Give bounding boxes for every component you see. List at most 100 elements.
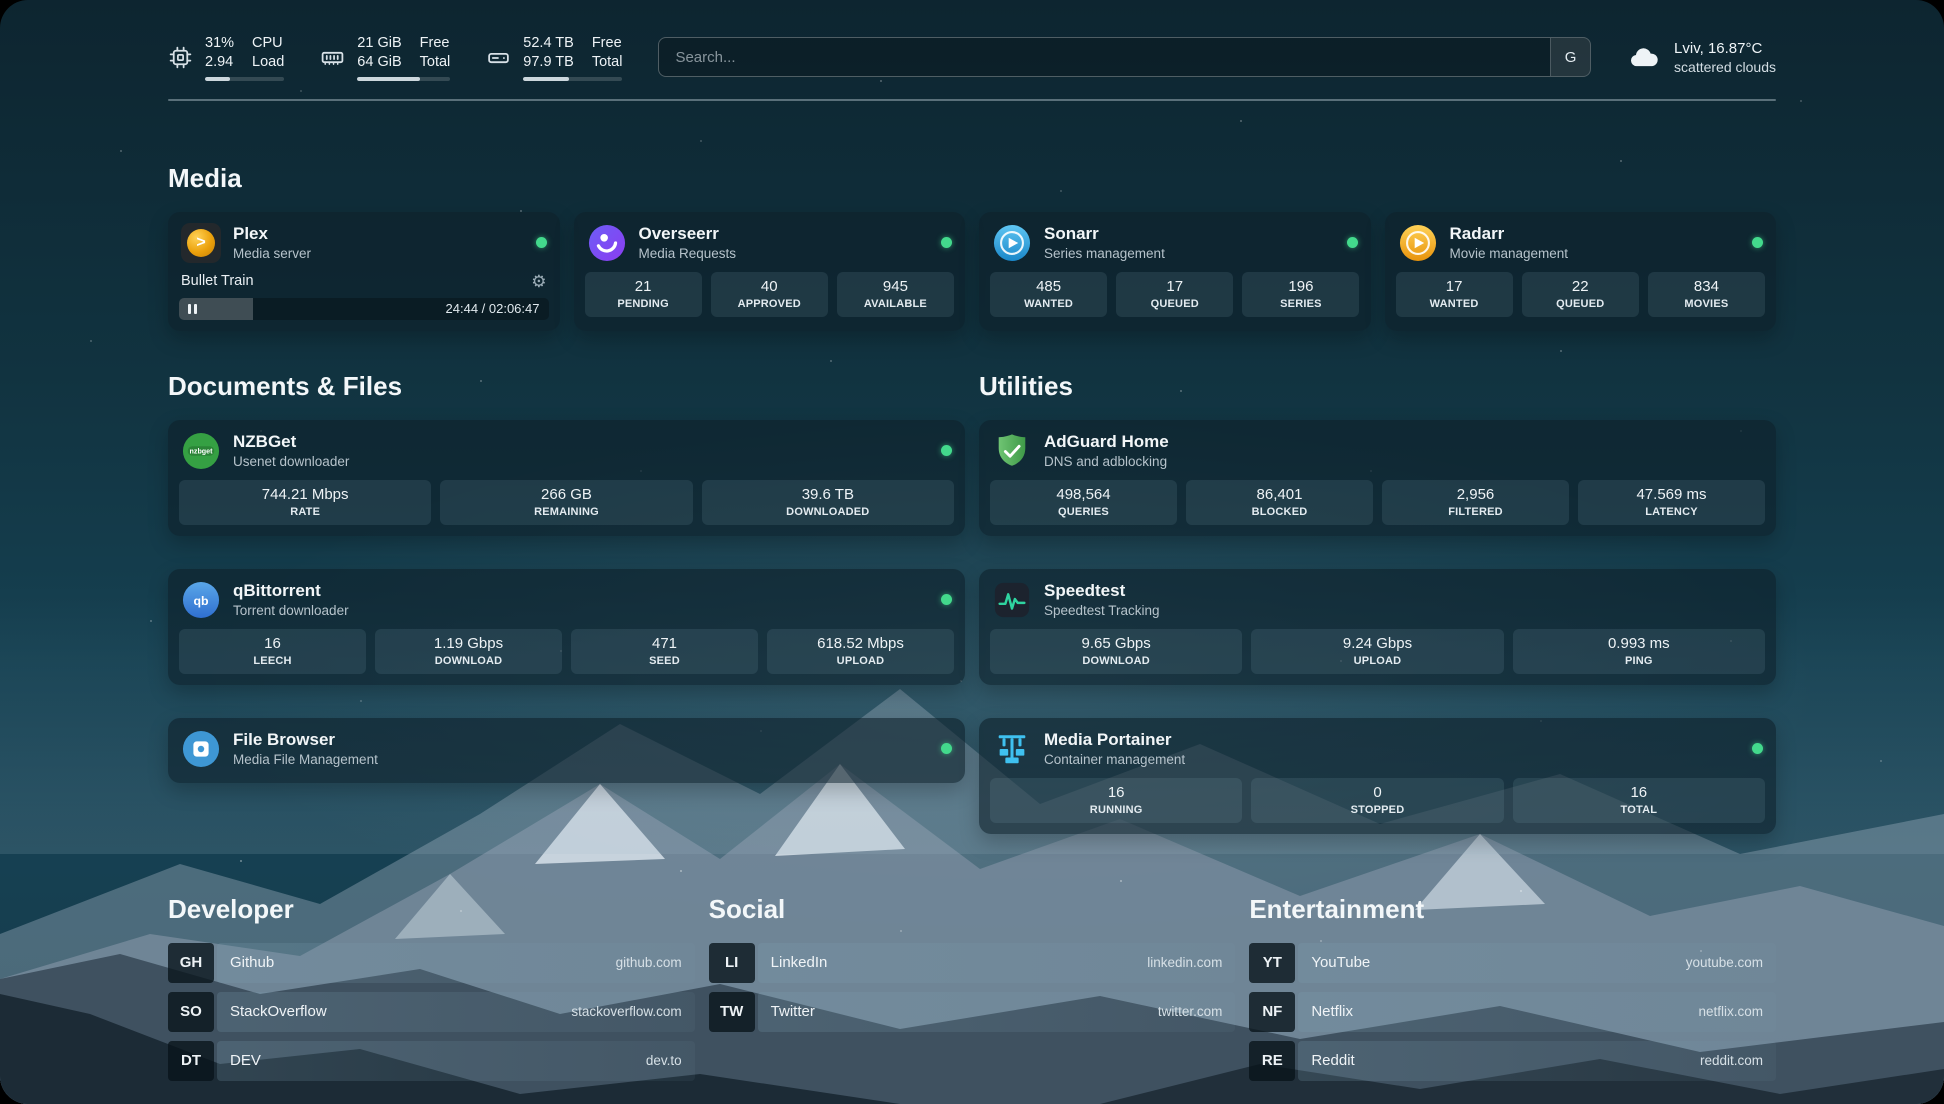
hard-drive-icon — [486, 45, 511, 70]
playback-time: 24:44 / 02:06:47 — [446, 301, 549, 316]
speedtest-icon — [992, 580, 1032, 620]
status-dot — [1752, 237, 1763, 248]
bookmark-abbr: YT — [1249, 943, 1295, 983]
service-name: Sonarr — [1044, 224, 1165, 244]
disk-free-label: Free — [592, 34, 623, 53]
service-card-sonarr[interactable]: Sonarr Series management 485 WANTED 17 Q… — [979, 212, 1371, 331]
service-card-nzbget[interactable]: nzbget NZBGet Usenet downloader 744.21 M… — [168, 420, 965, 536]
service-card-radarr[interactable]: Radarr Movie management 17 WANTED 22 QUE… — [1385, 212, 1777, 331]
bookmark-abbr: RE — [1249, 1041, 1295, 1081]
bookmark-linkedin[interactable]: LI LinkedIn linkedin.com — [709, 943, 1236, 983]
filebrowser-icon — [181, 729, 221, 769]
status-dot — [1752, 743, 1763, 754]
stat-filtered: 2,956 FILTERED — [1382, 480, 1569, 525]
playback-progress-bar[interactable]: 24:44 / 02:06:47 — [179, 298, 549, 320]
service-card-adguard-home[interactable]: AdGuard Home DNS and adblocking 498,564 … — [979, 420, 1776, 536]
bookmark-abbr: SO — [168, 992, 214, 1032]
bookmark-domain: youtube.com — [1686, 955, 1763, 970]
stat-running: 16 RUNNING — [990, 778, 1242, 823]
disk-total-value: 97.9 TB — [523, 53, 574, 72]
bookmark-name: StackOverflow — [230, 1003, 327, 1020]
service-card-overseerr[interactable]: Overseerr Media Requests 21 PENDING 40 A… — [574, 212, 966, 331]
service-card-portainer[interactable]: Media Portainer Container management 16 … — [979, 718, 1776, 834]
status-dot — [941, 237, 952, 248]
service-name: Plex — [233, 224, 311, 244]
bookmark-domain: github.com — [616, 955, 682, 970]
status-dot — [941, 445, 952, 456]
bookmark-netflix[interactable]: NF Netflix netflix.com — [1249, 992, 1776, 1032]
memory-free-label: Free — [420, 34, 451, 53]
section-title-developer: Developer — [168, 894, 695, 925]
service-name: Media Portainer — [1044, 730, 1185, 750]
section-title-social: Social — [709, 894, 1236, 925]
disk-widget: 52.4 TB 97.9 TB Free Total — [486, 34, 622, 81]
stat-ping: 0.993 ms PING — [1513, 629, 1765, 674]
stat-available: 945 AVAILABLE — [837, 272, 954, 317]
bookmark-youtube[interactable]: YT YouTube youtube.com — [1249, 943, 1776, 983]
bookmark-twitter[interactable]: TW Twitter twitter.com — [709, 992, 1236, 1032]
svg-text:nzbget: nzbget — [190, 447, 214, 455]
section-utilities: Utilities AdGuard Home DNS and adblockin… — [979, 371, 1776, 834]
stat-stopped: 0 STOPPED — [1251, 778, 1503, 823]
stat-download: 1.19 Gbps DOWNLOAD — [375, 629, 562, 674]
stat-leech: 16 LEECH — [179, 629, 366, 674]
disk-progress-bar — [523, 77, 622, 81]
bookmark-abbr: TW — [709, 992, 755, 1032]
now-playing: Bullet Train ⚙ 24:44 / 02:06:47 — [179, 272, 549, 320]
stat-upload: 9.24 Gbps UPLOAD — [1251, 629, 1503, 674]
memory-progress-bar — [357, 77, 450, 81]
stat-latency: 47.569 ms LATENCY — [1578, 480, 1765, 525]
bookmark-stackoverflow[interactable]: SO StackOverflow stackoverflow.com — [168, 992, 695, 1032]
cpu-chip-icon — [168, 45, 193, 70]
service-subtitle: Series management — [1044, 246, 1165, 261]
top-bar: 31% 2.94 CPU Load — [168, 34, 1776, 81]
service-card-speedtest[interactable]: Speedtest Speedtest Tracking 9.65 Gbps D… — [979, 569, 1776, 685]
nzbget-icon: nzbget — [181, 431, 221, 471]
service-card-plex[interactable]: > Plex Media server Bullet Train ⚙ — [168, 212, 560, 331]
bookmark-name: LinkedIn — [771, 954, 828, 971]
bookmark-group-developer: Developer GH Github github.com SO StackO… — [168, 894, 695, 1090]
bookmark-domain: stackoverflow.com — [571, 1004, 681, 1019]
settings-gear-icon[interactable]: ⚙ — [531, 273, 546, 290]
pause-icon[interactable] — [188, 304, 197, 314]
stat-download: 9.65 Gbps DOWNLOAD — [990, 629, 1242, 674]
weather-widget: Lviv, 16.87°C scattered clouds — [1627, 40, 1776, 75]
bookmark-reddit[interactable]: RE Reddit reddit.com — [1249, 1041, 1776, 1081]
bookmark-name: DEV — [230, 1052, 261, 1069]
service-card-filebrowser[interactable]: File Browser Media File Management — [168, 718, 965, 783]
radarr-icon — [1398, 223, 1438, 263]
stat-pending: 21 PENDING — [585, 272, 702, 317]
service-subtitle: Container management — [1044, 752, 1185, 767]
disk-free-value: 52.4 TB — [523, 34, 574, 53]
stat-rate: 744.21 Mbps RATE — [179, 480, 431, 525]
bookmark-name: Reddit — [1311, 1052, 1354, 1069]
memory-free-value: 21 GiB — [357, 34, 401, 53]
stat-downloaded: 39.6 TB DOWNLOADED — [702, 480, 954, 525]
bookmark-domain: netflix.com — [1698, 1004, 1763, 1019]
service-card-qbittorrent[interactable]: qb qBittorrent Torrent downloader 16 LEE… — [168, 569, 965, 685]
service-name: AdGuard Home — [1044, 432, 1169, 452]
search-provider-button[interactable]: G — [1550, 38, 1590, 76]
service-name: File Browser — [233, 730, 378, 750]
portainer-icon — [992, 729, 1032, 769]
plex-icon: > — [181, 223, 221, 263]
cpu-load-label: Load — [252, 53, 284, 72]
status-dot — [536, 237, 547, 248]
bookmark-github[interactable]: GH Github github.com — [168, 943, 695, 983]
search-input[interactable] — [658, 37, 1591, 77]
service-name: Speedtest — [1044, 581, 1160, 601]
status-dot — [941, 594, 952, 605]
service-name: NZBGet — [233, 432, 349, 452]
bookmark-name: Twitter — [771, 1003, 815, 1020]
dashboard-screen: 31% 2.94 CPU Load — [0, 0, 1944, 1104]
bookmark-dev[interactable]: DT DEV dev.to — [168, 1041, 695, 1081]
bookmark-abbr: GH — [168, 943, 214, 983]
section-title-media: Media — [168, 163, 1776, 194]
bookmark-domain: twitter.com — [1158, 1004, 1223, 1019]
stat-queries: 498,564 QUERIES — [990, 480, 1177, 525]
svg-text:qb: qb — [193, 593, 209, 607]
service-subtitle: Usenet downloader — [233, 454, 349, 469]
bookmark-abbr: NF — [1249, 992, 1295, 1032]
bookmark-name: Github — [230, 954, 274, 971]
bookmark-name: Netflix — [1311, 1003, 1353, 1020]
